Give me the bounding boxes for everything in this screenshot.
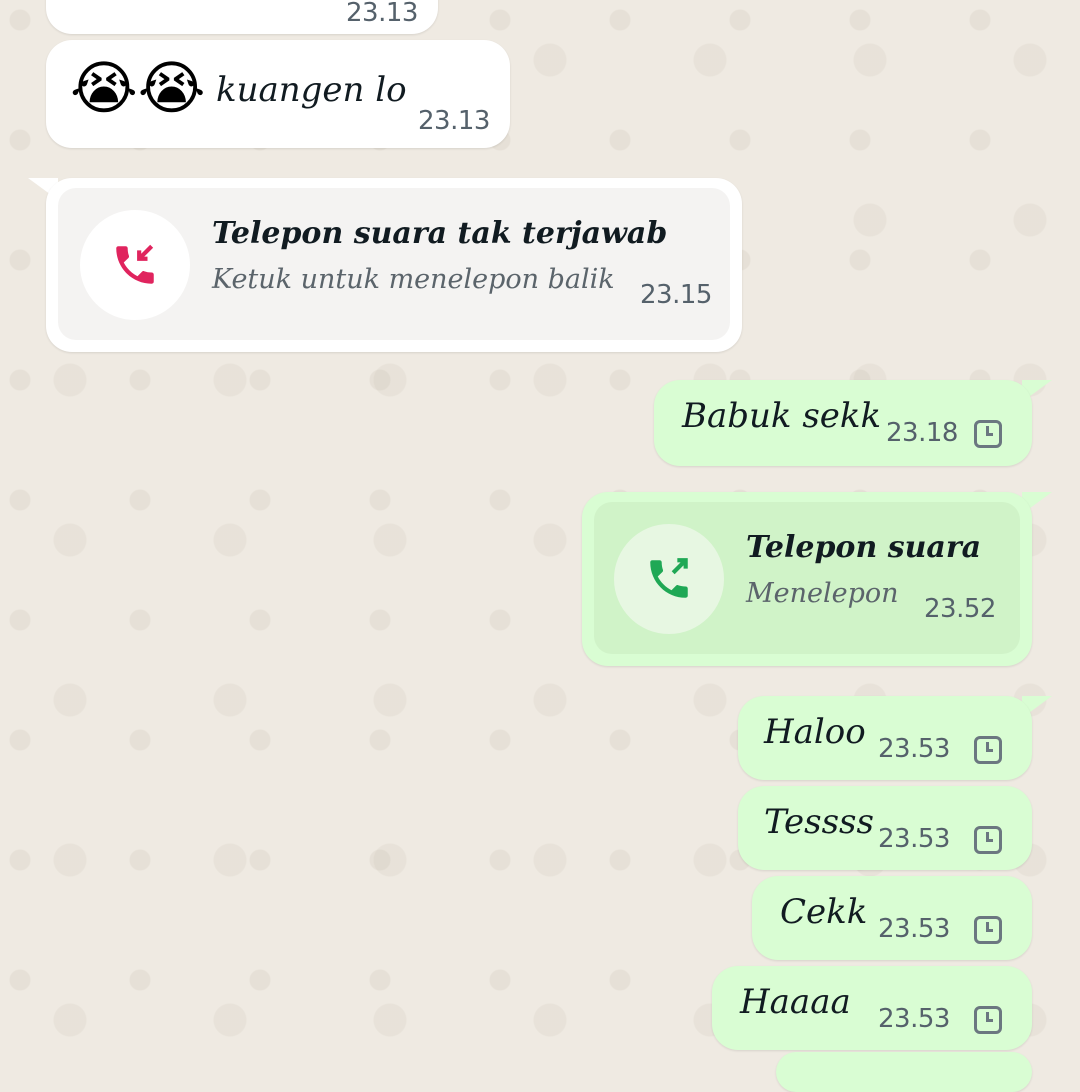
message-time: 23.52 xyxy=(924,594,996,624)
missed-call-bubble[interactable]: Telepon suara tak terjawab Ketuk untuk m… xyxy=(46,178,742,352)
message-time: 23.18 xyxy=(886,418,958,448)
call-icon-circle xyxy=(80,210,190,320)
message-text: Babuk sekk xyxy=(682,396,882,436)
message-bubble-outgoing[interactable]: Tessss 23.53 xyxy=(738,786,1032,870)
crying-emoji: 😭😭 xyxy=(70,54,206,122)
message-time: 23.15 xyxy=(640,280,712,310)
pending-clock-icon xyxy=(974,420,1002,448)
message-bubble-outgoing[interactable]: Cekk 23.53 xyxy=(752,876,1032,960)
message-time: 23.13 xyxy=(418,106,490,136)
call-subtitle: Menelepon xyxy=(746,578,899,609)
outgoing-call-bubble[interactable]: Telepon suara Menelepon 23.52 xyxy=(582,492,1032,666)
call-card[interactable]: Telepon suara tak terjawab Ketuk untuk m… xyxy=(58,188,730,340)
message-bubble-incoming[interactable]: 23.13 xyxy=(46,0,438,34)
message-bubble-outgoing[interactable]: Babuk sekk 23.18 xyxy=(654,380,1032,466)
call-subtitle: Ketuk untuk menelepon balik xyxy=(212,264,615,295)
missed-call-icon xyxy=(116,244,154,284)
call-title: Telepon suara tak terjawab xyxy=(212,216,668,251)
call-icon-circle xyxy=(614,524,724,634)
pending-clock-icon xyxy=(974,1006,1002,1034)
call-title: Telepon suara xyxy=(746,530,982,565)
message-time: 23.13 xyxy=(346,0,418,28)
message-time: 23.53 xyxy=(878,914,950,944)
message-bubble-incoming[interactable]: 😭😭 kuangen lo 23.13 xyxy=(46,40,510,148)
message-time: 23.53 xyxy=(878,734,950,764)
pending-clock-icon xyxy=(974,916,1002,944)
message-text: Haloo xyxy=(764,712,866,752)
message-time: 23.53 xyxy=(878,1004,950,1034)
outgoing-call-icon xyxy=(650,558,688,598)
pending-clock-icon xyxy=(974,736,1002,764)
message-text: Cekk xyxy=(780,892,868,932)
message-text: Haaaa xyxy=(740,982,851,1022)
call-card[interactable]: Telepon suara Menelepon 23.52 xyxy=(594,502,1020,654)
message-bubble-outgoing[interactable]: Haaaa 23.53 xyxy=(712,966,1032,1050)
message-bubble-outgoing[interactable]: Haloo 23.53 xyxy=(738,696,1032,780)
message-time: 23.53 xyxy=(878,824,950,854)
message-bubble-outgoing[interactable] xyxy=(776,1052,1032,1092)
pending-clock-icon xyxy=(974,826,1002,854)
message-text: kuangen lo xyxy=(216,70,407,110)
message-text: Tessss xyxy=(764,802,874,842)
